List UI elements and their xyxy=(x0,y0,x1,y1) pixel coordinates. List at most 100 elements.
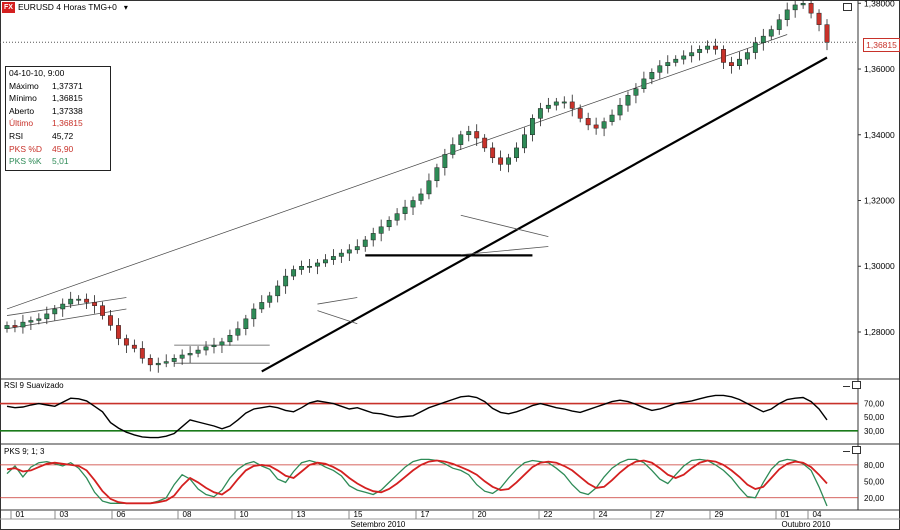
candle-body xyxy=(633,88,639,96)
x-tick-label: 24 xyxy=(599,510,608,519)
candle-body xyxy=(617,104,623,116)
chart-title[interactable]: FX EURUSD 4 Horas TMG+0 ▾ xyxy=(2,1,128,13)
candle-body xyxy=(283,275,289,287)
triangle-lower xyxy=(460,246,549,256)
info-label: Máximo xyxy=(9,80,39,91)
x-tick-label: 27 xyxy=(656,510,665,519)
candle-body xyxy=(4,325,10,329)
y-tick-label: 1,34000 xyxy=(864,130,895,140)
candle-body xyxy=(466,131,472,136)
candlestick-series xyxy=(4,0,830,373)
candle-body xyxy=(68,298,74,305)
candle-body xyxy=(20,321,26,328)
rsi-panel: RSI 9 Suavizado xyxy=(0,381,858,439)
x-tick-label: 17 xyxy=(421,510,430,519)
candle-body xyxy=(370,233,376,241)
candle-body xyxy=(450,144,456,155)
info-row: PKS %D 45,90 xyxy=(6,143,110,156)
chart-frame xyxy=(0,0,900,530)
candle-body xyxy=(12,325,18,328)
info-value: 1,37338 xyxy=(52,105,83,116)
info-label: Último xyxy=(9,118,34,129)
candle-body xyxy=(522,134,527,149)
info-value: 1,36815 xyxy=(52,118,83,129)
info-value: 5,01 xyxy=(52,156,69,167)
candle-body xyxy=(259,302,265,310)
candle-body xyxy=(593,124,599,129)
minimize-rsi-button[interactable] xyxy=(843,381,850,387)
candle-body xyxy=(147,358,153,366)
candle-body xyxy=(410,200,416,208)
x-tick-label: 20 xyxy=(478,510,487,519)
candle-body xyxy=(123,338,129,346)
lower-trendline xyxy=(261,56,828,373)
candle-body xyxy=(705,45,711,50)
candle-body xyxy=(474,131,480,139)
symbol-title[interactable]: EURUSD 4 Horas TMG+0 xyxy=(18,2,117,12)
candle-body xyxy=(330,256,336,260)
maximize-button[interactable] xyxy=(843,3,852,11)
x-tick-label: 06 xyxy=(117,510,126,519)
candle-body xyxy=(155,362,161,366)
candle-body xyxy=(402,206,408,214)
x-tick-label: 04 xyxy=(813,510,822,519)
candle-body xyxy=(378,226,384,234)
candle-body xyxy=(171,358,177,362)
candle-body xyxy=(251,308,257,320)
chart-canvas[interactable]: RSI 9 Suavizado PKS 9; 1; 3 1,38000 1,360… xyxy=(0,0,900,530)
candle-body xyxy=(299,265,305,270)
maximize-pks-button[interactable] xyxy=(852,446,861,454)
candle-body xyxy=(689,52,695,57)
minimize-pks-button[interactable] xyxy=(843,446,850,452)
candle-body xyxy=(506,157,511,165)
candle-body xyxy=(346,249,352,254)
candle-body xyxy=(744,52,750,60)
info-label: Aberto xyxy=(9,105,35,116)
x-tick-label: 29 xyxy=(715,510,724,519)
candle-body xyxy=(44,313,50,320)
candle-body xyxy=(792,4,798,11)
candle-body xyxy=(601,121,607,129)
info-row: Mínimo 1,36815 xyxy=(6,92,110,105)
pks-k-line xyxy=(6,458,828,507)
candle-body xyxy=(187,353,193,356)
candle-body xyxy=(84,298,90,303)
x-tick-label: 15 xyxy=(354,510,363,519)
channel-upper xyxy=(6,297,127,316)
candle-body xyxy=(713,45,718,50)
info-row: Máximo 1,37371 xyxy=(6,80,110,93)
candle-body xyxy=(362,239,368,247)
candle-body xyxy=(736,58,742,66)
candle-body xyxy=(203,346,209,351)
candle-body xyxy=(163,361,169,364)
maximize-rsi-button[interactable] xyxy=(852,381,861,389)
candle-body xyxy=(76,298,82,301)
x-tick-label: 01 xyxy=(781,510,790,519)
info-row: RSI 45,72 xyxy=(6,130,110,143)
trendline-overlays xyxy=(6,34,828,373)
candle-body xyxy=(179,354,185,359)
candle-body xyxy=(354,246,360,251)
x-tick-label: 01 xyxy=(16,510,25,519)
month-label: Outubro 2010 xyxy=(782,520,831,529)
candle-body xyxy=(800,3,806,6)
x-tick-label: 03 xyxy=(60,510,69,519)
candle-body xyxy=(235,328,241,336)
chevron-down-icon[interactable]: ▾ xyxy=(124,3,128,12)
candle-body xyxy=(514,147,519,159)
candle-body xyxy=(657,65,663,73)
outer-border xyxy=(0,0,900,530)
candle-body xyxy=(434,167,440,182)
candle-body xyxy=(211,344,217,348)
y-tick-label: 1,32000 xyxy=(864,196,895,206)
pks-d-line xyxy=(6,459,828,505)
candle-body xyxy=(729,62,734,66)
rsi-tick-label: 30,00 xyxy=(864,427,885,436)
candle-body xyxy=(307,265,312,268)
candle-body xyxy=(498,157,504,165)
candle-body xyxy=(681,55,687,60)
candle-body xyxy=(100,305,105,316)
candle-body xyxy=(816,12,822,25)
info-label: Mínimo xyxy=(9,93,37,104)
candle-body xyxy=(36,318,42,321)
